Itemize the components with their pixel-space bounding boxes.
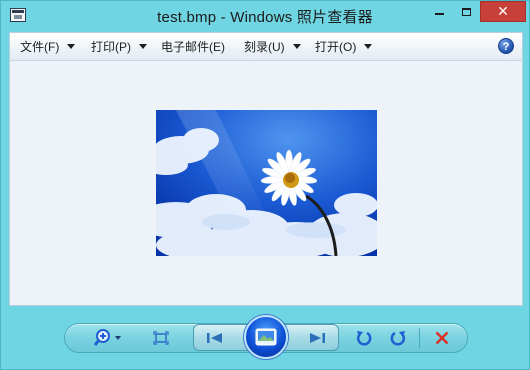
chevron-down-icon [67,44,76,49]
menu-file[interactable]: 文件(F) [20,33,76,60]
rotate-clockwise-button[interactable] [387,327,409,349]
next-button[interactable] [299,327,335,348]
rotate-ccw-icon [356,331,372,346]
previous-icon [207,332,222,343]
chevron-down-icon [139,44,147,49]
zoom-icon [93,329,121,346]
minimize-button[interactable] [426,1,453,22]
daisy-photo-art [156,110,377,256]
delete-button[interactable] [432,327,452,349]
menu-print[interactable]: 打印(P) [91,33,147,60]
menu-open[interactable]: 打开(O) [315,33,373,60]
close-button[interactable]: ✕ [480,1,526,22]
photo-viewer-window: test.bmp - Windows 照片查看器 ✕ 文件(F) 打印(P) 电… [0,0,530,370]
rotate-cw-icon [390,331,406,346]
chevron-down-icon [364,44,373,49]
actual-size-icon [153,331,169,345]
menu-bar: 文件(F) 打印(P) 电子邮件(E) 刻录(U) 打开(O) ? [9,32,523,61]
maximize-icon [462,7,471,16]
menu-burn-label: 刻录(U) [244,40,285,54]
menu-file-label: 文件(F) [20,40,60,54]
maximize-button[interactable] [453,1,480,22]
menu-email[interactable]: 电子邮件(E) [161,33,225,60]
previous-button[interactable] [197,327,233,348]
slideshow-button[interactable] [244,315,288,359]
zoom-button[interactable] [91,327,127,349]
menu-burn[interactable]: 刻录(U) [244,33,301,60]
minimize-icon [435,12,444,15]
image-viewport [9,61,523,306]
help-icon[interactable]: ? [498,38,514,54]
chevron-down-icon [292,44,301,49]
delete-icon [435,331,449,345]
actual-size-button[interactable] [149,327,173,349]
daisy-photo [156,110,377,256]
menu-print-label: 打印(P) [91,40,131,54]
title-bar[interactable]: test.bmp - Windows 照片查看器 ✕ [1,1,529,31]
rotate-counterclockwise-button[interactable] [353,327,375,349]
slideshow-icon [255,328,277,346]
menu-email-label: 电子邮件(E) [161,40,225,54]
menu-open-label: 打开(O) [315,40,357,54]
toolbar-divider [419,328,420,348]
next-icon [310,332,325,343]
